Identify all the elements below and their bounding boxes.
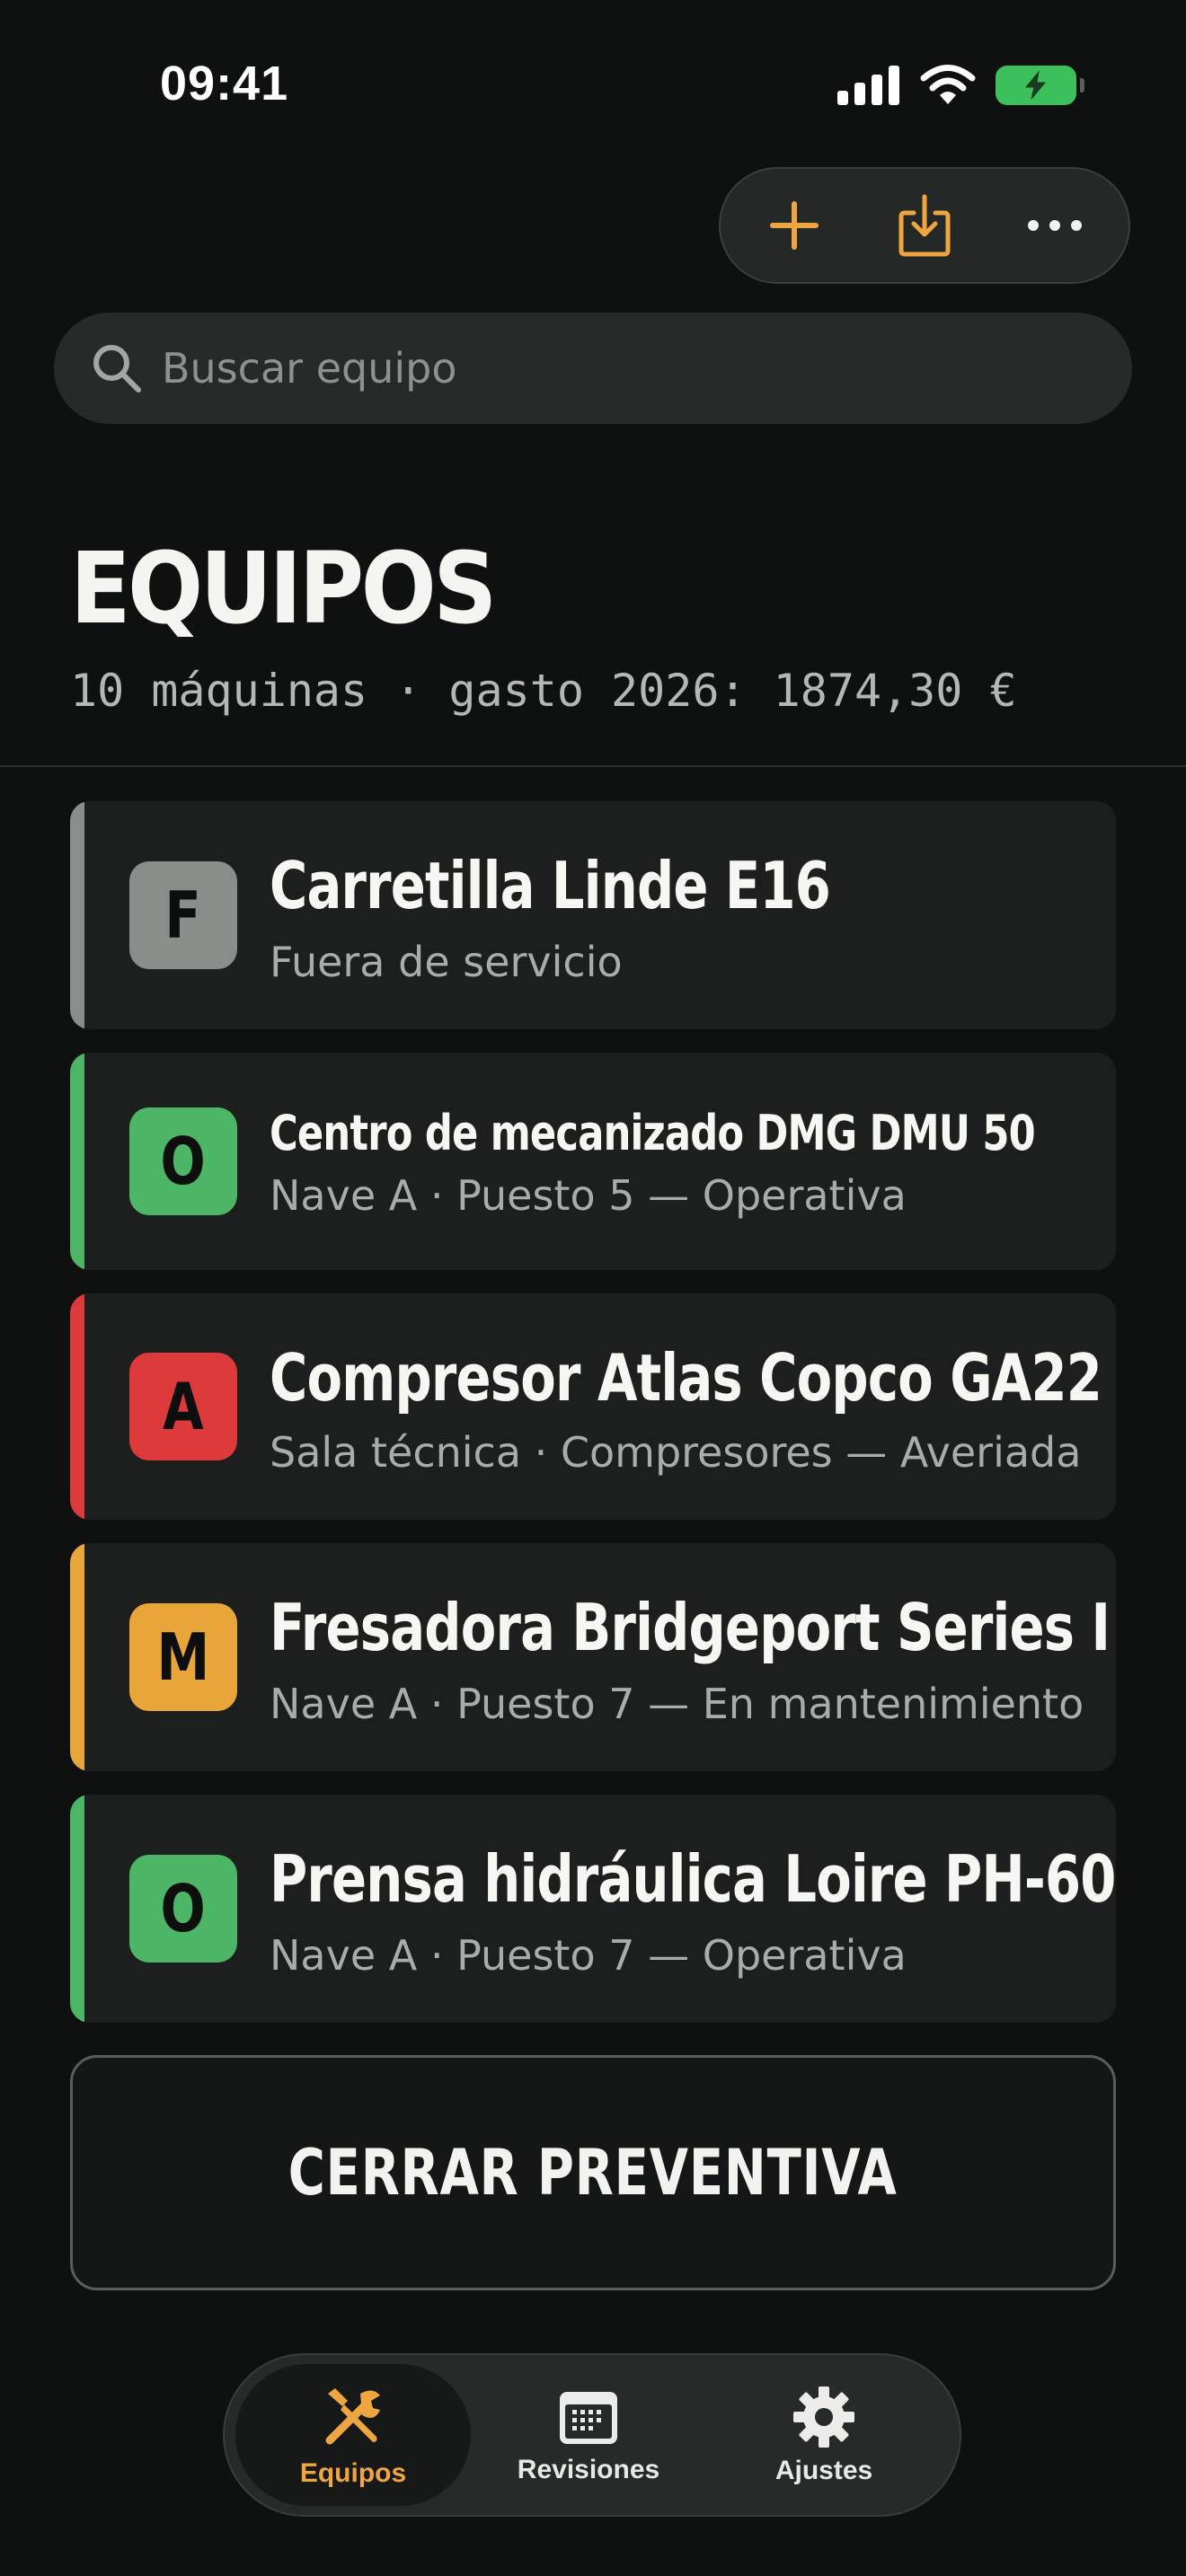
wifi-icon (920, 65, 976, 104)
ellipsis-icon (1027, 220, 1082, 231)
import-button[interactable] (871, 176, 978, 275)
toolbar (719, 167, 1130, 284)
status-badge: O (129, 1107, 237, 1215)
gear-icon (793, 2386, 854, 2448)
status-accent-bar (70, 1795, 84, 2023)
status-badge: A (129, 1353, 237, 1460)
equipment-card[interactable]: M Fresadora Bridgeport Series I Nave A ·… (70, 1543, 1116, 1771)
cellular-signal-icon (837, 66, 899, 105)
tab-equipos[interactable]: Equipos (235, 2364, 471, 2506)
tab-revisiones[interactable]: Revisiones (471, 2364, 706, 2506)
equipment-detail: Nave A · Puesto 7 — Operativa (270, 1931, 907, 1980)
equipment-detail: Nave A · Puesto 7 — En mantenimiento (270, 1680, 1084, 1728)
status-icons (837, 65, 1084, 106)
status-accent-bar (70, 801, 84, 1029)
tab-ajustes[interactable]: Ajustes (706, 2364, 942, 2506)
add-equipment-button[interactable] (740, 176, 848, 275)
status-badge: M (129, 1603, 237, 1711)
equipment-detail: Fuera de servicio (270, 938, 623, 986)
equipment-name: Centro de mecanizado DMG DMU 50 (270, 1105, 1036, 1161)
more-button[interactable] (1001, 176, 1109, 275)
tab-label: Equipos (299, 2458, 407, 2488)
equipment-detail: Nave A · Puesto 5 — Operativa (270, 1171, 907, 1220)
search-icon (93, 345, 141, 393)
close-preventive-button[interactable]: CERRAR PREVENTIVA (70, 2055, 1116, 2290)
status-badge: O (129, 1855, 237, 1963)
equipment-card[interactable]: O Prensa hidráulica Loire PH-60 Nave A ·… (70, 1795, 1116, 2023)
status-accent-bar (70, 1543, 84, 1771)
equipment-name: Fresadora Bridgeport Series I (270, 1590, 1111, 1665)
page-subtitle: 10 máquinas · gasto 2026: 1874,30 € (70, 665, 1017, 717)
equipment-card[interactable]: F Carretilla Linde E16 Fuera de servicio (70, 801, 1116, 1029)
status-badge: F (129, 861, 237, 969)
equipment-name: Carretilla Linde E16 (270, 848, 831, 923)
search-input[interactable] (160, 343, 1132, 393)
close-preventive-label: CERRAR PREVENTIVA (288, 2136, 898, 2210)
plus-icon (770, 201, 819, 250)
equipment-name: Compresor Atlas Copco GA22 (270, 1340, 1102, 1416)
tools-icon (325, 2388, 380, 2445)
battery-charging-icon (996, 66, 1084, 105)
tab-label: Ajustes (774, 2456, 873, 2485)
status-accent-bar (70, 1293, 84, 1520)
status-accent-bar (70, 1053, 84, 1270)
tab-bar: Equipos Revisiones Ajustes (223, 2353, 961, 2517)
status-bar: 09:41 (0, 0, 1186, 171)
tab-label: Revisiones (517, 2455, 660, 2484)
calendar-icon (560, 2392, 617, 2444)
status-time: 09:41 (160, 57, 289, 110)
search-bar[interactable] (54, 313, 1132, 424)
equipment-detail: Sala técnica · Compresores — Averiada (270, 1428, 1082, 1477)
equipment-card[interactable]: O Centro de mecanizado DMG DMU 50 Nave A… (70, 1053, 1116, 1270)
equipment-name: Prensa hidráulica Loire PH-60 (270, 1841, 1116, 1917)
page-title: EQUIPOS (70, 531, 497, 646)
divider (0, 765, 1186, 767)
equipment-card[interactable]: A Compresor Atlas Copco GA22 Sala técnic… (70, 1293, 1116, 1520)
download-tray-icon (898, 194, 951, 257)
